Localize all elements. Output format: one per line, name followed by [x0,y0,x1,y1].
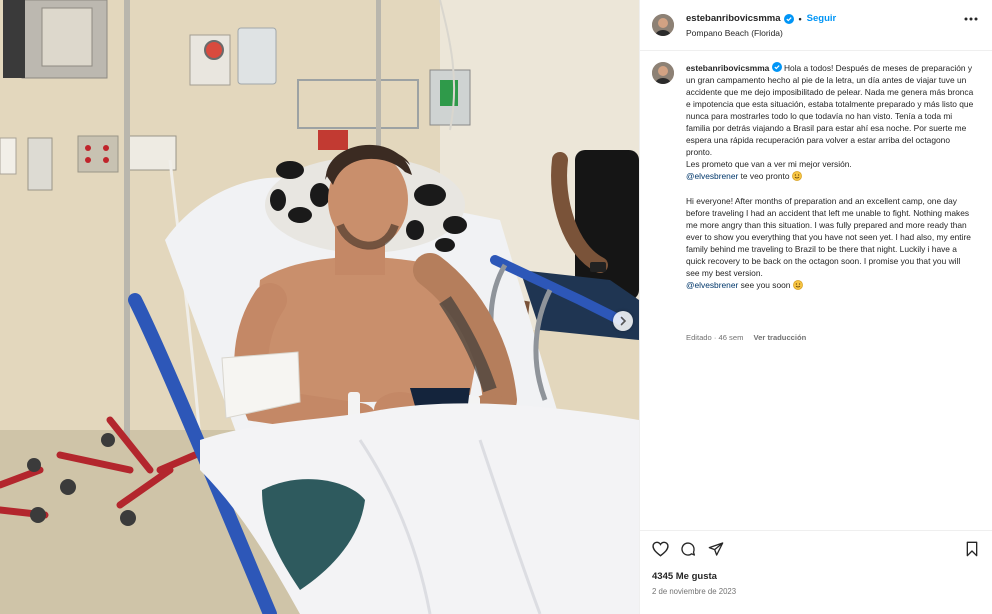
caption-text: te veo pronto [738,171,792,182]
author-username[interactable]: estebanribovicsmma [686,13,781,24]
post-actions: 4345 Me gusta 2 de noviembre de 2023 [640,530,992,614]
separator-dot: • [798,13,802,24]
avatar-image [652,14,674,36]
caption-english-text: Hi everyone! After months of preparation… [686,195,971,278]
hospital-scene-image [0,0,639,614]
caption-text: see you soon [738,279,793,290]
header-user-row: estebanribovicsmma • Seguir [686,13,836,24]
follow-button[interactable]: Seguir [807,13,837,24]
author-avatar[interactable] [652,14,674,36]
verified-badge-icon [783,13,794,24]
post-location[interactable]: Pompano Beach (Florida) [686,28,783,38]
post-photo[interactable] [0,0,639,614]
see-translation-link[interactable]: Ver traducción [754,333,807,342]
post-caption: estebanribovicsmma Hola a todos! Después… [686,62,976,291]
share-icon[interactable] [708,541,724,557]
caption-author-avatar[interactable] [652,62,674,84]
more-options-icon[interactable] [964,17,978,21]
verified-badge-icon [771,62,782,72]
post-side-panel: estebanribovicsmma • Seguir Pompano Beac… [639,0,992,614]
smiling-face-icon [791,171,802,182]
caption-spanish-text: Hola a todos! Después de meses de prepar… [686,63,974,170]
edited-timestamp: Editado · 46 sem [686,333,744,342]
mention-link[interactable]: @elvesbrener [686,171,738,181]
next-image-button[interactable] [613,311,633,331]
mention-link[interactable]: @elvesbrener [686,280,738,290]
avatar-image [652,62,674,84]
post-header: estebanribovicsmma • Seguir Pompano Beac… [640,0,992,51]
comment-icon[interactable] [680,541,696,557]
caption-username[interactable]: estebanribovicsmma [686,63,769,73]
chevron-right-icon [620,316,627,326]
heart-icon[interactable] [652,541,669,557]
smiling-face-icon [792,279,803,290]
bookmark-icon[interactable] [965,541,979,557]
post-date: 2 de noviembre de 2023 [652,587,737,596]
caption-meta: Editado · 46 sem Ver traducción [686,333,806,342]
like-count[interactable]: 4345 Me gusta [652,571,717,582]
